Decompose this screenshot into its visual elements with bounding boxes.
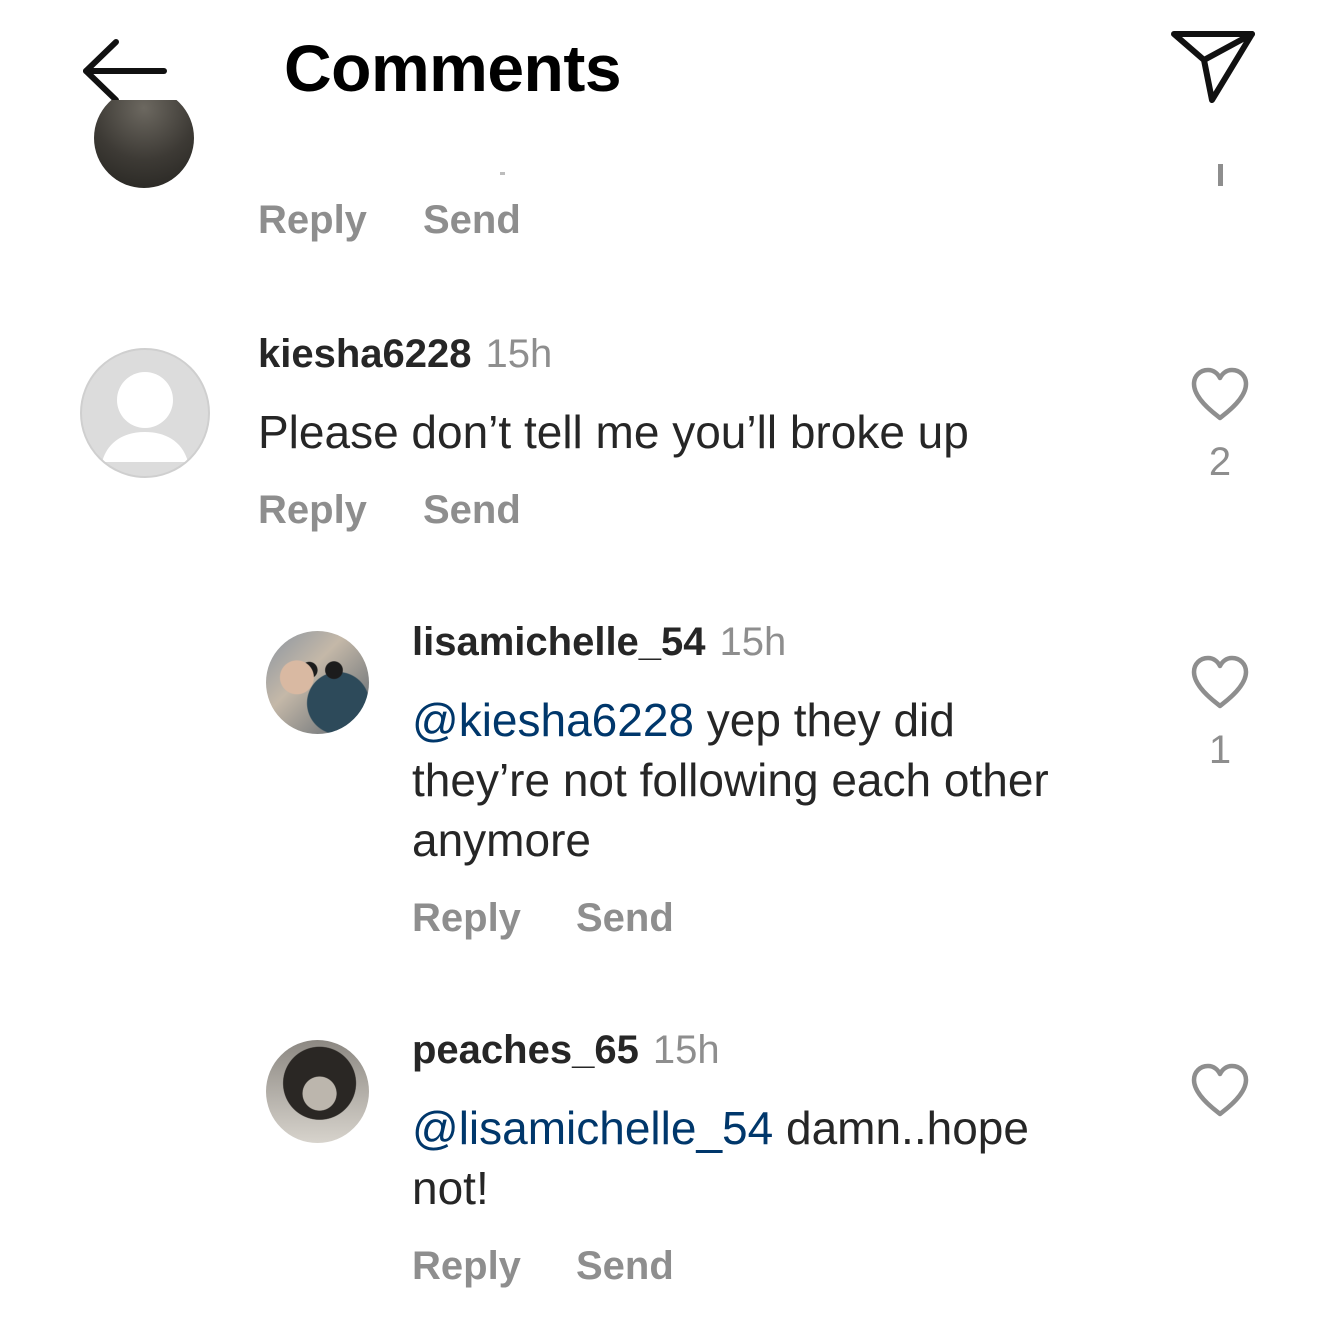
send-button[interactable]: Send <box>576 1242 674 1290</box>
back-button[interactable] <box>78 36 170 106</box>
paper-plane-icon <box>1171 31 1255 103</box>
comment-username[interactable]: kiesha6228 15h <box>258 330 552 378</box>
comment-text: @lisamichelle_54 damn..hope not! <box>412 1102 1029 1214</box>
comment-text: Please don’t tell me you’ll broke up <box>258 406 969 458</box>
like-button[interactable] <box>1188 1062 1252 1120</box>
comment-username[interactable]: peaches_65 15h <box>412 1026 720 1074</box>
like-count <box>1214 164 1226 186</box>
reply-button[interactable]: Reply <box>258 196 367 244</box>
heart-icon <box>1191 655 1249 709</box>
comment-text: @kiesha6228 yep they did they’re not fol… <box>412 694 1049 866</box>
heart-icon <box>1191 367 1249 421</box>
reply-button[interactable]: Reply <box>258 486 367 534</box>
avatar[interactable] <box>266 1040 369 1143</box>
page-title: Comments <box>284 31 622 105</box>
avatar[interactable] <box>266 631 369 734</box>
send-button[interactable]: Send <box>576 894 674 942</box>
like-button[interactable] <box>1188 654 1252 712</box>
comment-time: 15h <box>719 620 787 664</box>
like-count: 2 <box>1208 440 1232 484</box>
reply-button[interactable]: Reply <box>412 894 521 942</box>
comment-time: 15h <box>485 332 553 376</box>
username-text[interactable]: kiesha6228 <box>258 332 472 376</box>
send-button[interactable]: Send <box>423 486 521 534</box>
avatar[interactable] <box>80 348 210 478</box>
avatar[interactable] <box>94 100 194 190</box>
mention-link[interactable]: @kiesha6228 <box>412 694 694 746</box>
comment-username[interactable]: lisamichelle_54 15h <box>412 618 786 666</box>
divider <box>500 172 505 175</box>
share-button[interactable] <box>1168 24 1258 108</box>
mention-link[interactable]: @lisamichelle_54 <box>412 1102 773 1154</box>
username-text[interactable]: peaches_65 <box>412 1028 639 1072</box>
reply-button[interactable]: Reply <box>412 1242 521 1290</box>
default-avatar-icon <box>102 372 188 462</box>
like-button[interactable] <box>1188 366 1252 424</box>
heart-icon <box>1191 1063 1249 1117</box>
send-button[interactable]: Send <box>423 196 521 244</box>
username-text[interactable]: lisamichelle_54 <box>412 620 706 664</box>
comment-time: 15h <box>652 1028 720 1072</box>
arrow-left-icon <box>83 39 167 103</box>
like-count: 1 <box>1208 728 1232 772</box>
